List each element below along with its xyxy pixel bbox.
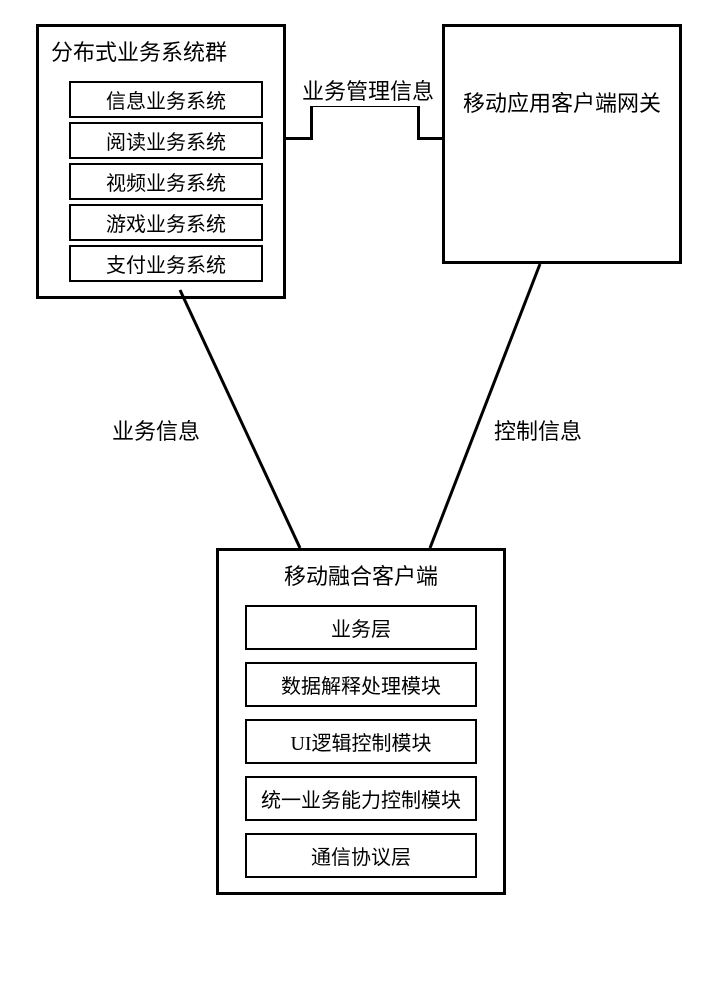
left-diag-label: 业务信息 xyxy=(112,414,200,446)
left-diagonal-connector xyxy=(0,0,722,1000)
right-diag-label: 控制信息 xyxy=(494,414,582,446)
